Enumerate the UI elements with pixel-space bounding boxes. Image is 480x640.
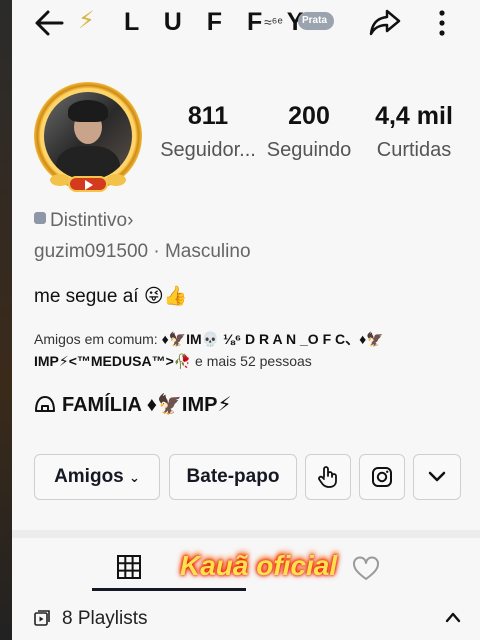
signal-icon: ≈⁶ᵉ: [264, 14, 283, 30]
following-label: Seguindo: [266, 139, 352, 161]
chevron-down-icon: [428, 471, 446, 482]
hexagon-badge-icon: [34, 212, 46, 224]
content-tabs: Kauã oficial: [12, 530, 480, 591]
frame-wing-left: [50, 174, 70, 186]
back-arrow-icon[interactable]: [32, 6, 68, 40]
liked-videos-heart-icon[interactable]: [352, 556, 380, 582]
chevron-down-icon: ⌄: [129, 470, 140, 485]
mutual-names-2: IMP⚡<™MEDUSA™>🥀: [34, 353, 192, 369]
stat-following[interactable]: 200 Seguindo: [263, 102, 355, 162]
followers-count: 811: [187, 102, 229, 130]
chevron-right-icon: ›: [127, 210, 134, 231]
family-group[interactable]: FAMÍLIA ♦🦅IMP⚡: [34, 392, 232, 417]
mutual-names-1: ♦🦅IM💀 ⅛⁶ D R A N _O F C、♦🦅: [161, 331, 384, 347]
chat-button[interactable]: Bate-papo: [169, 454, 297, 500]
profile-screen: ⚡ L U F F Y ≈⁶ᵉ Prata 811 Seguidor... 20…: [12, 0, 480, 640]
expand-suggestions-button[interactable]: [413, 454, 461, 500]
playlists-row[interactable]: 8 Playlists: [12, 596, 480, 640]
mutual-friends[interactable]: Amigos em comum: ♦🦅IM💀 ⅛⁶ D R A N _O F C…: [34, 328, 464, 372]
likes-label: Curtidas: [376, 139, 452, 161]
friends-button-label: Amigos: [54, 466, 124, 487]
instagram-icon: [372, 467, 392, 487]
followers-label: Seguidor...: [160, 139, 256, 161]
playlists-label: 8 Playlists: [62, 608, 148, 629]
stat-followers[interactable]: 811 Seguidor...: [156, 102, 260, 162]
chevron-up-icon[interactable]: [444, 610, 462, 624]
following-count: 200: [288, 102, 330, 130]
mutual-prefix: Amigos em comum:: [34, 331, 162, 347]
active-tab-indicator: [92, 588, 246, 591]
avatar: [44, 92, 132, 180]
lightning-icon: ⚡: [78, 7, 95, 34]
tent-icon: [35, 396, 55, 412]
chat-button-label: Bate-papo: [186, 466, 280, 487]
overlay-watermark: Kauã oficial: [180, 550, 338, 581]
rank-badge[interactable]: Prata: [298, 12, 335, 30]
play-badge-icon: [68, 176, 108, 192]
more-options-icon[interactable]: [432, 8, 452, 38]
stat-likes[interactable]: 4,4 mil Curtidas: [368, 102, 460, 162]
friends-button[interactable]: Amigos ⌄: [34, 454, 160, 500]
distintivo-link[interactable]: Distintivo›: [34, 210, 133, 232]
frame-wing-right: [106, 174, 126, 186]
share-icon[interactable]: [368, 6, 402, 38]
likes-count: 4,4 mil: [375, 102, 453, 130]
hand-wave-icon: [318, 466, 337, 488]
videos-grid-icon[interactable]: [116, 554, 142, 580]
profile-title: L U F F Y: [124, 8, 313, 36]
distintivo-label: Distintivo: [50, 210, 128, 231]
family-label: FAMÍLIA ♦🦅IMP⚡: [62, 394, 232, 416]
playlist-icon: [34, 610, 50, 626]
top-bar: ⚡ L U F F Y ≈⁶ᵉ Prata: [12, 0, 480, 48]
background-strip: [0, 0, 12, 640]
bio: me segue aí 😜👍: [34, 286, 188, 307]
mutual-suffix: e mais 52 pessoas: [191, 353, 312, 369]
wave-button[interactable]: [305, 454, 351, 500]
avatar-frame[interactable]: [34, 82, 142, 192]
instagram-button[interactable]: [359, 454, 405, 500]
username-gender: guzim091500 · Masculino: [34, 241, 251, 262]
